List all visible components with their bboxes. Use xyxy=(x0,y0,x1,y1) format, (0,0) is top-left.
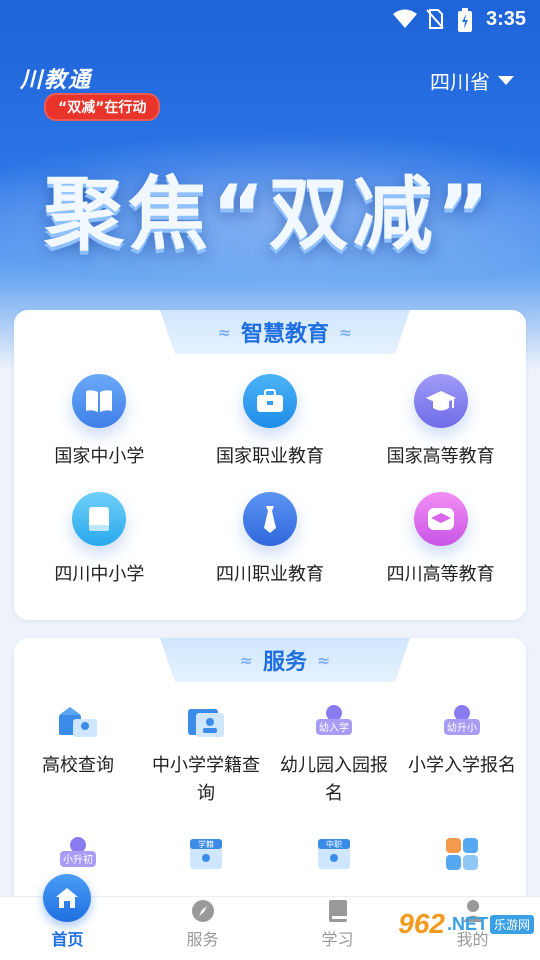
badge-text: 学籍 xyxy=(198,839,214,849)
edu-item-label: 四川中小学 xyxy=(54,564,145,585)
watermark-number: 962 xyxy=(398,908,445,939)
tab-label: 学习 xyxy=(321,930,354,949)
decor-wind-icon: ≈ xyxy=(217,322,231,342)
tagline-badge: “双减”在行动 xyxy=(44,93,161,121)
decor-wind-icon: ≈ xyxy=(339,322,353,342)
badge-text: 幼入学 xyxy=(319,721,349,734)
caret-down-icon xyxy=(498,76,514,85)
graduation-cap-icon xyxy=(413,374,468,428)
service-label: 幼儿园入园报名 xyxy=(280,755,388,804)
primary-enroll-icon: 幼升小 xyxy=(440,702,484,742)
tab-services[interactable]: 服务 xyxy=(135,897,270,960)
banner-title: 聚焦“双减” xyxy=(44,168,494,261)
edu-item-sichuan-higher[interactable]: 四川高等教育 xyxy=(355,492,526,586)
service-student-record[interactable]: 中小学学籍查询 xyxy=(142,702,270,808)
student-record-icon xyxy=(184,702,228,742)
watermark-site: 乐游网 xyxy=(489,914,534,934)
edu-item-label: 国家职业教育 xyxy=(215,446,324,467)
no-sim-icon xyxy=(426,9,444,29)
university-search-icon xyxy=(56,702,100,742)
service-vocational[interactable]: 中职 xyxy=(270,834,398,884)
service-university-search[interactable]: 高校查询 xyxy=(14,702,142,808)
section-header: ≈ 服务 ≈ xyxy=(160,638,410,682)
tie-icon xyxy=(242,492,297,546)
tab-label: 服务 xyxy=(186,930,219,949)
edu-item-label: 国家中小学 xyxy=(54,446,145,467)
compass-icon xyxy=(191,900,214,922)
edu-item-sichuan-k12[interactable]: 四川中小学 xyxy=(14,492,185,586)
wifi-icon xyxy=(393,9,417,28)
province-selector[interactable]: 四川省 xyxy=(430,66,514,95)
book-icon xyxy=(72,492,127,546)
edu-item-label: 四川职业教育 xyxy=(215,564,324,585)
service-label: 小学入学报名 xyxy=(408,755,516,776)
section-title: 服务 xyxy=(262,650,307,675)
home-icon[interactable] xyxy=(43,874,91,922)
tab-study[interactable]: 学习 xyxy=(270,897,405,960)
service-kindergarten-enroll[interactable]: 幼入学 幼儿园入园报名 xyxy=(270,702,398,808)
edu-item-national-vocational[interactable]: 国家职业教育 xyxy=(185,374,356,468)
service-academic-record[interactable]: 学籍 xyxy=(142,834,270,884)
graduation-cap-icon xyxy=(413,492,468,546)
edu-item-label: 国家高等教育 xyxy=(386,446,495,467)
book-icon xyxy=(328,900,347,922)
status-time: 3:35 xyxy=(485,8,526,30)
watermark-suffix: .NET xyxy=(446,913,488,934)
status-bar: 3:35 xyxy=(0,0,540,36)
edu-item-sichuan-vocational[interactable]: 四川职业教育 xyxy=(185,492,356,586)
watermark-logo: 962 .NET 乐游网 xyxy=(398,908,534,940)
vocational-icon: 中职 xyxy=(312,834,356,874)
service-label: 高校查询 xyxy=(42,755,114,776)
service-label: 中小学学籍查询 xyxy=(152,755,260,804)
province-label: 四川省 xyxy=(430,70,490,94)
edu-item-label: 四川高等教育 xyxy=(386,564,495,585)
service-more[interactable] xyxy=(398,834,526,884)
kindergarten-enroll-icon: 幼入学 xyxy=(312,702,356,742)
badge-text: 中职 xyxy=(326,839,342,849)
edu-item-national-k12[interactable]: 国家中小学 xyxy=(14,374,185,468)
badge-text: 小升初 xyxy=(63,853,93,866)
edu-item-national-higher[interactable]: 国家高等教育 xyxy=(355,374,526,468)
services-card: ≈ 服务 ≈ 高校查询 中小学学籍查询 幼入学 幼儿园入园报名 幼升小 小学入学… xyxy=(14,638,526,938)
more-apps-icon xyxy=(440,834,484,874)
tab-label: 首页 xyxy=(51,930,84,949)
book-open-icon xyxy=(72,374,127,428)
app-logo: 川教通 xyxy=(20,67,93,93)
decor-wind-icon: ≈ xyxy=(317,650,331,670)
service-primary-enroll[interactable]: 幼升小 小学入学报名 xyxy=(398,702,526,808)
section-title: 智慧教育 xyxy=(240,322,329,347)
smart-education-card: ≈ 智慧教育 ≈ 国家中小学 国家职业教育 国家高等教育 四川中小学 四川职业教… xyxy=(14,310,526,620)
academic-record-icon: 学籍 xyxy=(184,834,228,874)
badge-text: 幼升小 xyxy=(447,721,477,734)
middle-school-enroll-icon: 小升初 xyxy=(56,834,100,874)
battery-icon xyxy=(458,8,472,32)
section-header: ≈ 智慧教育 ≈ xyxy=(160,310,410,354)
briefcase-icon xyxy=(242,374,297,428)
decor-wind-icon: ≈ xyxy=(239,650,253,670)
